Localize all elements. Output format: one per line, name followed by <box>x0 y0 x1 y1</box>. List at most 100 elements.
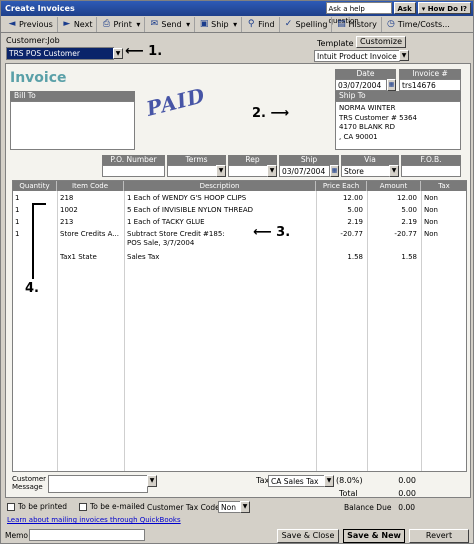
form-title: Invoice <box>10 70 67 86</box>
cell-description[interactable]: Subtract Store Credit #185: <box>127 230 225 238</box>
spelling-button[interactable]: ✓ Spelling <box>280 16 333 32</box>
cell-price[interactable]: 5.00 <box>316 206 363 214</box>
template-label: Template <box>317 39 354 48</box>
next-label: Next <box>73 19 93 29</box>
cell-description[interactable]: 5 Each of INVISIBLE NYLON THREAD <box>127 206 253 214</box>
customer-message-field[interactable] <box>48 475 148 493</box>
fob-label: F.O.B. <box>401 155 461 165</box>
cell-quantity[interactable]: 1 <box>15 230 19 238</box>
cell-quantity[interactable]: 1 <box>15 218 19 226</box>
cell-tax[interactable]: Non <box>424 218 438 226</box>
next-button[interactable]: ► Next <box>58 16 98 32</box>
spelling-label: Spelling <box>295 19 328 29</box>
checkbox-box[interactable] <box>7 502 15 511</box>
ship-date-label: Ship <box>279 155 339 165</box>
terms-dropdown[interactable]: ▼ <box>216 165 226 177</box>
cell-item-code[interactable]: Store Credits A... <box>60 230 122 238</box>
ship-date-field[interactable]: 03/07/2004 <box>279 165 330 177</box>
rep-dropdown[interactable]: ▼ <box>267 165 277 177</box>
cell-item-code[interactable]: 1002 <box>60 206 78 214</box>
cell-price[interactable]: -20.77 <box>316 230 363 238</box>
cell-item-code[interactable]: Tax1 State <box>60 253 97 261</box>
customer-tax-code-field[interactable]: Non <box>218 501 241 513</box>
previous-button[interactable]: ◄ Previous <box>3 16 58 32</box>
customer-job-field[interactable]: TRS POS Customer <box>6 47 114 60</box>
tax-item-dropdown[interactable]: ▼ <box>324 475 334 487</box>
cell-description[interactable]: 1 Each of WENDY G'S HOOP CLIPS <box>127 194 246 202</box>
help-question-input[interactable]: Ask a help question <box>325 2 392 25</box>
history-label: History <box>348 19 377 29</box>
save-new-button[interactable]: Save & New <box>343 529 405 543</box>
send-button[interactable]: ✉ Send ▾ <box>145 16 196 32</box>
customer-job-dropdown[interactable]: ▼ <box>113 48 123 59</box>
print-label: Print <box>113 19 132 29</box>
cell-item-code[interactable]: 213 <box>60 218 73 226</box>
help-area: Ask a help question Ask ▾ How Do I? <box>325 2 471 25</box>
via-field[interactable]: Store <box>341 165 390 177</box>
learn-mailing-link[interactable]: Learn about mailing invoices through Qui… <box>7 516 181 524</box>
invoice-number-field[interactable]: trs14676 <box>399 79 461 91</box>
calendar-icon[interactable]: ▦ <box>330 165 339 177</box>
template-dropdown[interactable]: ▼ <box>399 50 409 61</box>
paid-stamp: PAID <box>143 83 208 121</box>
cell-price[interactable]: 12.00 <box>316 194 363 202</box>
via-dropdown[interactable]: ▼ <box>389 165 399 177</box>
customer-message-dropdown[interactable]: ▼ <box>147 475 157 487</box>
cell-tax[interactable]: Non <box>424 206 438 214</box>
checkbox-box[interactable] <box>79 502 87 511</box>
cell-quantity[interactable]: 1 <box>15 194 19 202</box>
ship-button[interactable]: ▣ Ship ▾ <box>195 16 243 32</box>
cell-tax[interactable]: Non <box>424 230 438 238</box>
find-button[interactable]: ⚲ Find <box>242 16 280 32</box>
to-be-emailed-checkbox[interactable]: To be e-mailed <box>79 502 145 511</box>
how-do-i-button[interactable]: ▾ How Do I? <box>417 2 471 14</box>
customer-message-label: Customer Message <box>12 475 47 491</box>
cell-amount[interactable]: -20.77 <box>367 230 417 238</box>
terms-field[interactable] <box>167 165 217 177</box>
ship-to-field[interactable]: NORMA WINTER TRS Customer # 5364 4170 BL… <box>335 101 461 150</box>
column-header-price-each[interactable]: Price Each <box>316 181 367 191</box>
revert-button[interactable]: Revert <box>409 529 469 543</box>
fob-field[interactable] <box>401 165 461 177</box>
cell-description[interactable]: Sales Tax <box>127 253 159 261</box>
print-button[interactable]: ⎙ Print ▾ <box>97 16 146 32</box>
cell-description-line2[interactable]: POS Sale, 3/7/2004 <box>127 239 194 247</box>
column-header-tax[interactable]: Tax <box>421 181 467 191</box>
cell-description[interactable]: 1 Each of TACKY GLUE <box>127 218 205 226</box>
cell-item-code[interactable]: 218 <box>60 194 73 202</box>
column-header-item-code[interactable]: Item Code <box>57 181 124 191</box>
ask-button[interactable]: Ask <box>393 2 416 14</box>
save-close-button[interactable]: Save & Close <box>277 529 339 543</box>
date-field[interactable]: 03/07/2004 <box>335 79 387 91</box>
history-icon: ▤ <box>337 19 346 29</box>
history-button[interactable]: ▤ History <box>332 16 382 32</box>
cell-amount[interactable]: 1.58 <box>367 253 417 261</box>
column-header-description[interactable]: Description <box>124 181 316 191</box>
cell-amount[interactable]: 12.00 <box>367 194 417 202</box>
bill-to-field[interactable] <box>10 101 135 150</box>
annotation-label-2: 2. <box>252 106 266 121</box>
to-be-printed-checkbox[interactable]: To be printed <box>7 502 67 511</box>
ship-to-line: TRS Customer # 5364 <box>339 113 417 122</box>
column-header-quantity[interactable]: Quantity <box>13 181 57 191</box>
memo-label: Memo <box>5 531 28 540</box>
memo-field[interactable] <box>29 529 145 541</box>
customer-tax-code-dropdown[interactable]: ▼ <box>240 501 250 513</box>
window-title: Create Invoices <box>5 4 75 13</box>
column-header-amount[interactable]: Amount <box>367 181 421 191</box>
via-label: Via <box>341 155 399 165</box>
cell-amount[interactable]: 2.19 <box>367 218 417 226</box>
column-divider <box>57 191 58 471</box>
cell-quantity[interactable]: 1 <box>15 206 19 214</box>
cell-amount[interactable]: 5.00 <box>367 206 417 214</box>
template-field[interactable]: Intuit Product Invoice <box>314 50 400 62</box>
cell-tax[interactable]: Non <box>424 194 438 202</box>
po-number-field[interactable] <box>102 165 165 177</box>
customize-button[interactable]: Customize <box>356 36 406 48</box>
cell-price[interactable]: 1.58 <box>316 253 363 261</box>
tax-item-field[interactable]: CA Sales Tax <box>268 475 325 487</box>
time-costs-button[interactable]: ◷ Time/Costs... <box>382 17 454 32</box>
rep-field[interactable] <box>228 165 268 177</box>
calendar-icon[interactable]: ▦ <box>387 79 396 91</box>
cell-price[interactable]: 2.19 <box>316 218 363 226</box>
